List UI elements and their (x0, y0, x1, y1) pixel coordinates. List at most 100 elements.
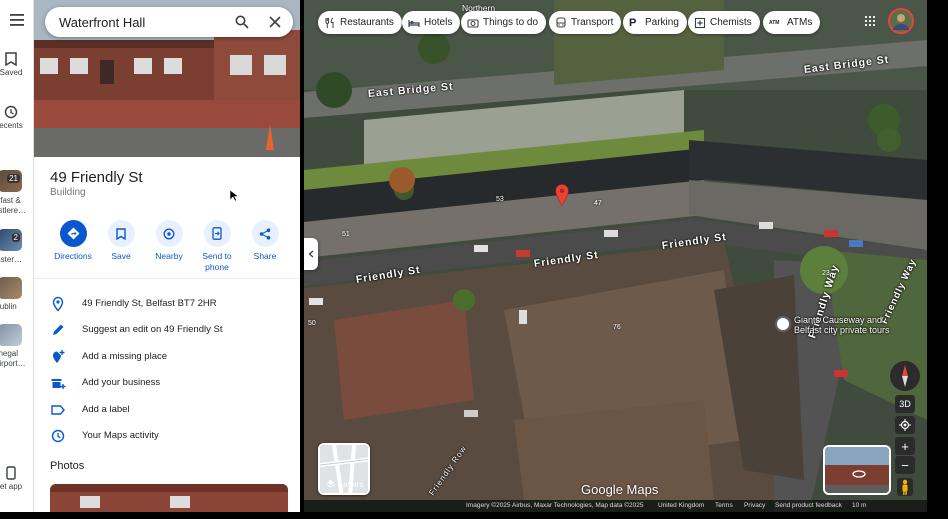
collapse-panel-button[interactable] (304, 238, 318, 270)
chemist-icon (694, 17, 706, 28)
poi-label[interactable]: Giants Causeway and Belfast city private… (794, 315, 890, 335)
imagery-credit: Imagery ©2025 Airbus, Maxar Technologies… (466, 502, 644, 509)
hotel-icon (408, 19, 420, 27)
search-box[interactable] (45, 7, 293, 37)
house-number: 51 (342, 231, 350, 238)
maps-activity-row[interactable]: Your Maps activity (34, 424, 300, 448)
recent-thumb-belfast[interactable]: 21 (0, 170, 22, 192)
close-icon[interactable] (269, 16, 281, 28)
layers-button[interactable]: Layers (318, 443, 370, 495)
chip-restaurants[interactable]: Restaurants (318, 11, 402, 34)
share-button[interactable]: Share (241, 220, 289, 262)
chip-label: Chemists (710, 17, 752, 28)
get-app-label: et app (0, 482, 23, 491)
add-label-row[interactable]: Add a label (34, 398, 300, 422)
apps-grid-icon[interactable] (864, 15, 876, 27)
house-number: 53 (496, 196, 504, 203)
suggest-edit-row[interactable]: Suggest an edit on 49 Friendly St (34, 318, 300, 342)
3d-toggle-button[interactable]: 3D (895, 395, 915, 413)
chip-atms[interactable]: ATM ATMs (763, 11, 821, 34)
photo-thumbnail[interactable] (50, 484, 288, 512)
chip-things-to-do[interactable]: Things to do (461, 11, 547, 34)
poi-marker-icon[interactable] (775, 316, 791, 332)
recents-button[interactable]: ecents (0, 105, 28, 130)
get-app-button[interactable]: et app (0, 466, 28, 491)
recent-badge: 21 (7, 174, 20, 183)
add-business-row[interactable]: Add your business (34, 371, 300, 395)
zoom-in-button[interactable]: + (895, 437, 915, 455)
recents-label: ecents (0, 121, 23, 130)
saved-label: Saved (0, 68, 23, 77)
menu-button[interactable] (0, 14, 33, 28)
google-maps-logo: Google Maps (581, 482, 659, 497)
chip-label: Hotels (424, 17, 453, 28)
send-to-phone-label: Send to phone (202, 251, 232, 272)
feedback-link[interactable]: Send product feedback (775, 502, 842, 509)
chip-hotels[interactable]: Hotels (402, 11, 461, 34)
place-type: Building (50, 187, 86, 198)
address-row[interactable]: 49 Friendly St, Belfast BT7 2HR (34, 292, 300, 316)
search-icon[interactable] (235, 15, 249, 29)
recent-thumb-dublin[interactable] (0, 277, 22, 299)
history-icon (4, 105, 18, 119)
directions-button[interactable]: Directions (49, 220, 97, 262)
menu-icon (10, 14, 24, 26)
address-text: 49 Friendly St, Belfast BT7 2HR (82, 298, 217, 309)
search-input[interactable] (59, 7, 229, 37)
zoom-out-button[interactable]: − (895, 456, 915, 474)
street-view-image (825, 447, 889, 493)
pegman-button[interactable] (897, 478, 913, 496)
street-view-thumbnail[interactable] (823, 445, 891, 495)
chip-parking[interactable]: P Parking (623, 11, 687, 34)
terms-link[interactable]: Terms (715, 502, 733, 509)
directions-icon (67, 227, 79, 240)
privacy-link[interactable]: Privacy (744, 502, 765, 509)
add-missing-place-row[interactable]: Add a missing place (34, 345, 300, 369)
recent-caption-amsterdam: mster… (0, 255, 22, 264)
pencil-icon (53, 324, 64, 335)
bookmark-icon (116, 227, 126, 240)
business-icon (51, 379, 66, 389)
label-icon (51, 405, 65, 415)
chip-chemists[interactable]: Chemists (688, 11, 760, 34)
maps-activity-text: Your Maps activity (82, 430, 159, 441)
photo-thumbnail-image (50, 484, 288, 512)
add-business-text: Add your business (82, 377, 161, 388)
chip-label: Transport (571, 17, 614, 28)
bookmark-icon (5, 52, 17, 66)
recent-thumb-donegal[interactable] (0, 324, 22, 346)
divider (34, 278, 300, 279)
my-location-button[interactable] (895, 416, 915, 434)
avatar[interactable] (888, 8, 914, 34)
recent-caption-donegal: onegal Airport… (0, 349, 26, 368)
chip-transport[interactable]: Transport (549, 11, 622, 34)
share-icon (259, 228, 271, 239)
left-rail: Saved ecents 21 elfast & astlere… 2 mste… (0, 0, 34, 512)
house-number: 50 (308, 320, 316, 327)
transport-icon (556, 16, 566, 28)
pegman-icon (902, 479, 908, 495)
suggest-edit-text: Suggest an edit on 49 Friendly St (82, 324, 223, 335)
place-hero-photo[interactable] (34, 0, 300, 157)
region-link[interactable]: United Kingdom (658, 502, 704, 509)
compass-button[interactable] (890, 361, 920, 391)
send-to-phone-button[interactable]: Send to phone (193, 220, 241, 273)
save-label: Save (111, 251, 131, 261)
saved-button[interactable]: Saved (0, 52, 28, 77)
recent-caption-belfast: elfast & astlere… (0, 196, 27, 215)
map-canvas[interactable]: East Bridge St East Bridge St Friendly S… (304, 0, 927, 512)
place-pin-icon[interactable] (555, 184, 569, 206)
save-button[interactable]: Save (97, 220, 145, 262)
my-location-icon (899, 419, 911, 431)
nearby-icon (163, 228, 175, 239)
directions-label: Directions (54, 251, 92, 261)
chip-label: Parking (645, 17, 679, 28)
add-missing-place-text: Add a missing place (82, 351, 168, 362)
recent-thumb-amsterdam[interactable]: 2 (0, 229, 22, 251)
send-to-phone-icon (212, 227, 222, 240)
house-number: 76 (613, 324, 621, 331)
page-scrollbar[interactable] (927, 0, 948, 512)
recent-caption-dublin: Dublin (0, 302, 17, 311)
chip-label: Things to do (483, 17, 539, 28)
nearby-button[interactable]: Nearby (145, 220, 193, 262)
